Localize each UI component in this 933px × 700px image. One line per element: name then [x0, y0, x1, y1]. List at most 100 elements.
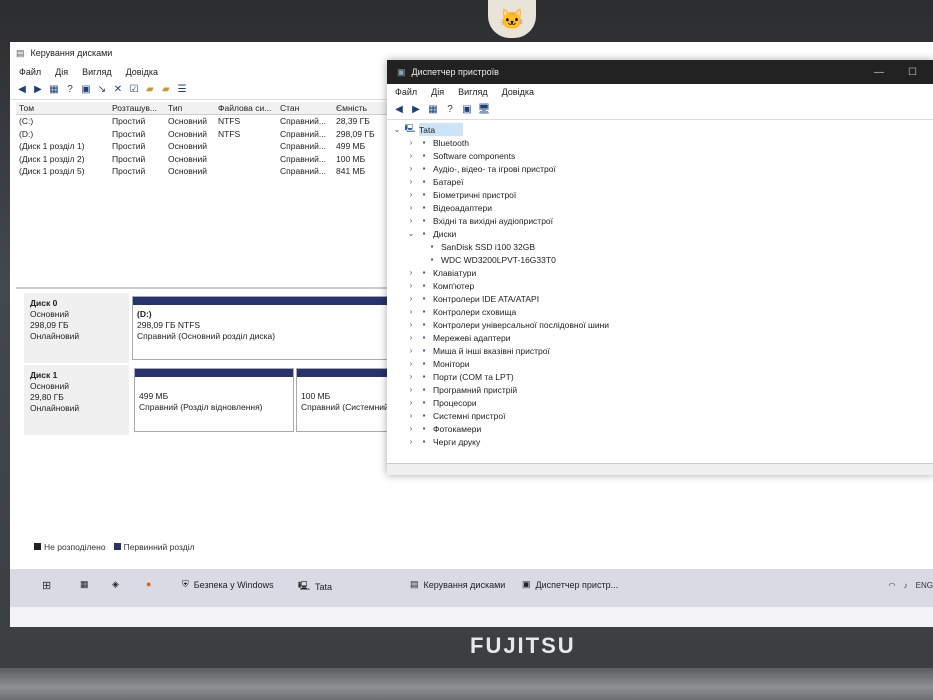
console-tree-icon[interactable]: ▦	[427, 104, 439, 116]
collapse-chevron-icon[interactable]: ⌄	[407, 229, 415, 238]
search-folder-icon[interactable]: ▰	[160, 84, 172, 96]
maximize-icon[interactable]: ☐	[908, 67, 917, 78]
disk-1-partition-2[interactable]: 100 МБ Справний (Системний ро	[296, 368, 396, 432]
speaker-icon[interactable]: ♪	[904, 581, 908, 590]
taskbar-tata[interactable]: 🖳 Tata	[298, 579, 332, 595]
tree-node[interactable]: › ▪ Системні пристрої	[393, 409, 933, 422]
tree-node[interactable]: › ▪ Контролери IDE ATA/ATAPI	[393, 292, 933, 305]
tree-node[interactable]: › ▪ Порти (COM та LPT)	[393, 370, 933, 383]
connect-icon[interactable]: ↘	[96, 84, 108, 96]
table-row[interactable]: (Диск 1 розділ 1) Простий Основний Справ…	[16, 140, 396, 153]
tree-node[interactable]: › ▪ Мережеві адаптери	[393, 331, 933, 344]
tree-node[interactable]: › ▪ Аудіо-, відео- та ігрові пристрої	[393, 162, 933, 175]
tree-root[interactable]: ⌄ 🖳 Tata	[393, 123, 933, 136]
help-icon[interactable]: ?	[444, 104, 456, 116]
expand-chevron-icon[interactable]: ›	[407, 333, 415, 342]
menu-action[interactable]: Дія	[55, 67, 68, 77]
expand-chevron-icon[interactable]: ›	[407, 164, 415, 173]
tree-node[interactable]: › ▪ Software components	[393, 149, 933, 162]
disk-1-info[interactable]: Диск 1 Основний 29,80 ГБ Онлайновий	[24, 365, 129, 435]
help-icon[interactable]: ?	[64, 84, 76, 96]
back-arrow-icon[interactable]: ◀	[16, 84, 28, 96]
expand-chevron-icon[interactable]: ›	[407, 203, 415, 212]
properties-icon[interactable]: ▣	[80, 84, 92, 96]
properties-icon[interactable]: ▣	[461, 104, 473, 116]
expand-chevron-icon[interactable]: ›	[407, 359, 415, 368]
taskbar-security[interactable]: ⛨ Безпека у Windows	[182, 579, 274, 590]
expand-chevron-icon[interactable]: ›	[407, 268, 415, 277]
tree-node[interactable]: › ▪ Програмний пристрій	[393, 383, 933, 396]
table-row[interactable]: (C:) Простий Основний NTFS Справний... 2…	[16, 115, 396, 128]
expand-chevron-icon[interactable]: ›	[407, 307, 415, 316]
forward-arrow-icon[interactable]: ▶	[32, 84, 44, 96]
expand-chevron-icon[interactable]: ›	[407, 216, 415, 225]
delete-icon[interactable]: ✕	[112, 84, 124, 96]
tree-node[interactable]: › ▪ Контролери сховища	[393, 305, 933, 318]
expand-chevron-icon[interactable]: ›	[407, 151, 415, 160]
tree-node[interactable]: › ▪ Контролери універсальної послідовної ш…	[393, 318, 933, 331]
menu-view[interactable]: Вигляд	[458, 87, 488, 97]
taskbar-device-mgr[interactable]: ▣ Диспетчер пристр...	[522, 579, 618, 590]
tree-node[interactable]: › ▪ Вхідні та вихідні аудіопристрої	[393, 214, 933, 227]
tree-node[interactable]: › ▪ Миша й інші вказівні пристрої	[393, 344, 933, 357]
tree-node[interactable]: ▪ WDC WD3200LPVT-16G33T0	[393, 253, 933, 266]
expand-chevron-icon[interactable]: ›	[407, 385, 415, 394]
language-indicator[interactable]: ENG	[916, 581, 933, 590]
list-icon[interactable]: ☰	[176, 84, 188, 96]
menu-help[interactable]: Довідка	[126, 67, 158, 77]
tree-node[interactable]: › ▪ Процесори	[393, 396, 933, 409]
disk-1-partition-1[interactable]: 499 МБ Справний (Розділ відновлення)	[134, 368, 294, 432]
tree-node[interactable]: › ▪ Комп'ютер	[393, 279, 933, 292]
expand-chevron-icon[interactable]: ›	[407, 177, 415, 186]
expand-chevron-icon[interactable]: ›	[407, 138, 415, 147]
console-tree-icon[interactable]: ▦	[48, 84, 60, 96]
col-capacity[interactable]: Ємність	[333, 103, 383, 113]
col-volume[interactable]: Том	[16, 103, 109, 113]
collapse-chevron-icon[interactable]: ⌄	[393, 125, 401, 134]
wifi-icon[interactable]: ◠	[889, 581, 896, 590]
tree-node[interactable]: › ▪ Монітори	[393, 357, 933, 370]
folder-icon[interactable]: ▰	[144, 84, 156, 96]
expand-chevron-icon[interactable]: ›	[407, 437, 415, 446]
table-row[interactable]: (Диск 1 розділ 2) Простий Основний Справ…	[16, 153, 396, 166]
tree-node[interactable]: › ▪ Черги друку	[393, 435, 933, 448]
expand-chevron-icon[interactable]: ›	[407, 346, 415, 355]
disk-0-partition-d[interactable]: (D:) 298,09 ГБ NTFS Справний (Основний р…	[132, 296, 394, 360]
start-button[interactable]: ⊞	[42, 579, 51, 592]
tree-node[interactable]: › ▪ Відеоадаптери	[393, 201, 933, 214]
tree-node[interactable]: › ▪ Bluetooth	[393, 136, 933, 149]
expand-chevron-icon[interactable]: ›	[407, 372, 415, 381]
tree-node[interactable]: ⌄ ▪ Диски	[393, 227, 933, 240]
tree-node[interactable]: ▪ SanDisk SSD i100 32GB	[393, 240, 933, 253]
col-filesystem[interactable]: Файлова си...	[215, 103, 277, 113]
tree-node[interactable]: › ▪ Клавіатури	[393, 266, 933, 279]
expand-chevron-icon[interactable]: ›	[407, 281, 415, 290]
expand-chevron-icon[interactable]: ›	[407, 411, 415, 420]
minimize-icon[interactable]: —	[874, 67, 884, 78]
table-row[interactable]: (Диск 1 розділ 5) Простий Основний Справ…	[16, 165, 396, 178]
firefox-button[interactable]: ●	[146, 579, 151, 589]
tree-node[interactable]: › ▪ Фотокамери	[393, 422, 933, 435]
expand-chevron-icon[interactable]: ›	[407, 294, 415, 303]
app-button[interactable]: ◈	[112, 579, 119, 590]
tree-node[interactable]: › ▪ Біометричні пристрої	[393, 188, 933, 201]
tree-node[interactable]: › ▪ Батареї	[393, 175, 933, 188]
col-type[interactable]: Тип	[165, 103, 215, 113]
expand-chevron-icon[interactable]: ›	[407, 424, 415, 433]
check-icon[interactable]: ☑	[128, 84, 140, 96]
col-status[interactable]: Стан	[277, 103, 333, 113]
expand-chevron-icon[interactable]: ›	[407, 398, 415, 407]
table-row[interactable]: (D:) Простий Основний NTFS Справний... 2…	[16, 128, 396, 141]
taskbar-disk-mgmt[interactable]: ▤ Керування дисками	[410, 579, 505, 590]
expand-chevron-icon[interactable]: ›	[407, 320, 415, 329]
expand-chevron-icon[interactable]: ›	[407, 190, 415, 199]
forward-arrow-icon[interactable]: ▶	[410, 104, 422, 116]
calculator-button[interactable]: ▦	[80, 579, 89, 590]
menu-action[interactable]: Дія	[431, 87, 444, 97]
disk-0-info[interactable]: Диск 0 Основний 298,09 ГБ Онлайновий	[24, 293, 129, 363]
menu-file[interactable]: Файл	[395, 87, 417, 97]
col-layout[interactable]: Розташув...	[109, 103, 165, 113]
menu-help[interactable]: Довідка	[502, 87, 534, 97]
menu-view[interactable]: Вигляд	[82, 67, 112, 77]
back-arrow-icon[interactable]: ◀	[393, 104, 405, 116]
